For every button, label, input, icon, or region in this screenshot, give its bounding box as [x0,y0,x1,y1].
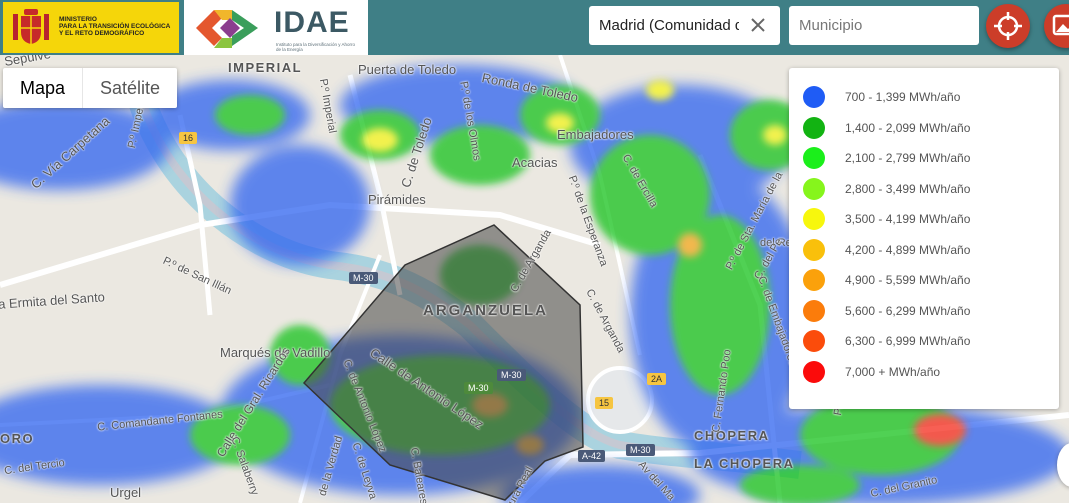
label-arganzuela: ARGANZUELA [423,302,548,319]
legend-label: 6,300 - 6,999 MWh/año [845,334,971,348]
label-chopera: CHOPERA [694,428,770,443]
region-select[interactable]: Madrid (Comunidad de [589,6,780,45]
image-button[interactable] [1044,4,1069,48]
map-type-satelite-button[interactable]: Satélite [83,68,177,108]
legend-color-swatch [803,330,825,352]
idae-brand: IDAE [274,6,350,39]
idae-mark-icon [196,10,258,48]
legend-row: 6,300 - 6,999 MWh/año [803,330,1053,354]
idae-subtitle: Instituto para la Diversificación y Ahor… [276,42,356,52]
legend-row: 4,200 - 4,899 MWh/año [803,238,1053,263]
legend-label: 2,100 - 2,799 MWh/año [845,151,971,165]
legend-row: 2,800 - 3,499 MWh/año [803,177,1053,202]
label-la-chopera: LA CHOPERA [694,456,795,471]
map-type-mapa-button[interactable]: Mapa [3,68,84,108]
idae-logo[interactable]: IDAE Instituto para la Diversificación y… [184,0,368,55]
map-type-control: Mapa Satélite [3,68,178,108]
legend-label: 4,900 - 5,599 MWh/año [845,273,971,287]
legend-label: 7,000 + MWh/año [845,364,941,379]
crosshair-icon [994,12,1022,40]
legend-label: 2,800 - 3,499 MWh/año [845,181,971,196]
road-shield-m30: M-30 [497,369,526,381]
ministry-line: MINISTERIO [59,16,97,23]
legend-label: 4,200 - 4,899 MWh/año [845,242,971,257]
ministry-line: Y EL RETO DEMOGRÁFICO [59,30,145,37]
legend-panel: 700 - 1,399 MWh/año 1,400 - 2,099 MWh/año… [789,68,1059,409]
legend-row: 7,000 + MWh/año [803,360,1053,385]
legend-row: 2,100 - 2,799 MWh/año [803,147,1053,171]
locate-button[interactable] [986,4,1030,48]
road-shield-m30: M-30 [626,444,655,456]
legend-label: 5,600 - 6,299 MWh/año [845,303,971,318]
legend-color-swatch [803,299,825,322]
legend-color-swatch [803,360,825,383]
legend-row: 3,500 - 4,199 MWh/año [803,208,1053,232]
legend-row: 4,900 - 5,599 MWh/año [803,269,1053,293]
legend-row: 5,600 - 6,299 MWh/año [803,299,1053,324]
ministry-text: MINISTERIO PARA LA TRANSICIÓN ECOLÓGICA … [59,16,177,37]
label-piramides: Pirámides [368,192,426,207]
road-shield-15: 15 [595,397,614,409]
ministry-line: PARA LA TRANSICIÓN ECOLÓGICA [59,23,171,30]
legend-row: 700 - 1,399 MWh/año [803,86,1053,110]
label-oro: ORO [0,431,35,446]
road-shield-16: 16 [179,132,198,144]
top-bar: MINISTERIO PARA LA TRANSICIÓN ECOLÓGICA … [0,0,1069,55]
legend-label: 700 - 1,399 MWh/año [845,90,961,104]
legend-color-swatch [803,269,825,291]
legend-row: 1,400 - 2,099 MWh/año [803,116,1053,141]
legend-color-swatch [803,86,825,108]
label-embajadores: Embajadores [557,127,634,142]
road-shield-m30: M-30 [349,272,378,284]
label-puerta-toledo: Puerta de Toledo [358,62,457,77]
legend-label: 1,400 - 2,099 MWh/año [845,120,971,135]
legend-color-swatch [803,208,825,230]
close-icon[interactable] [748,15,768,35]
municipio-input[interactable] [789,6,979,45]
image-icon [1052,14,1069,36]
ministry-logo[interactable]: MINISTERIO PARA LA TRANSICIÓN ECOLÓGICA … [3,2,179,53]
legend-color-swatch [803,238,825,261]
legend-color-swatch [803,177,825,200]
label-acacias: Acacias [512,155,558,170]
legend-label: 3,500 - 4,199 MWh/año [845,212,971,226]
label-urgel: Urgel [110,485,142,500]
legend-color-swatch [803,147,825,169]
road-shield-m30: M-30 [464,382,493,394]
label-imperial: IMPERIAL [228,60,303,75]
legend-color-swatch [803,116,825,139]
road-shield-2a: 2A [647,373,667,385]
road-shield-a42: A-42 [578,450,606,462]
region-value: Madrid (Comunidad de [599,17,739,34]
coat-of-arms-icon [13,9,49,44]
